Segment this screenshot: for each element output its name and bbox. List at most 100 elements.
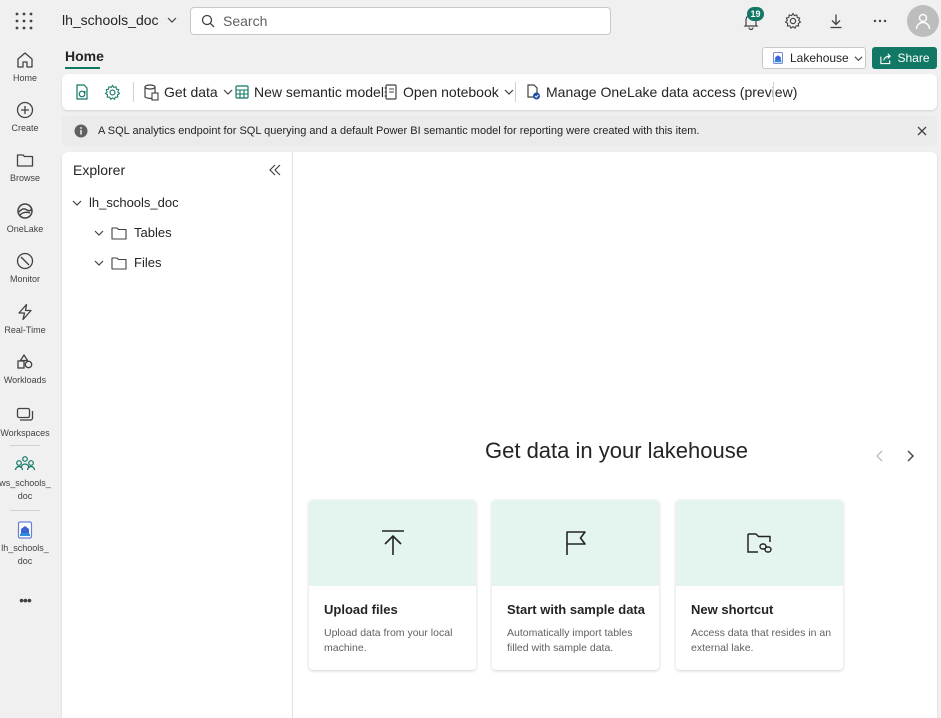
app-name-label: lh_schools_doc [62,12,159,28]
top-bar: lh_schools_doc 19 [0,0,941,42]
manage-onelake-access-button[interactable]: Manage OneLake data access (preview) [525,74,797,110]
get-data-label: Get data [164,84,218,100]
card-title: Upload files [324,602,398,617]
download-button[interactable] [825,10,847,32]
share-button[interactable]: Share [872,47,937,69]
explorer-title: Explorer [73,162,126,178]
nav-monitor-label: Monitor [9,274,40,284]
share-label: Share [897,51,930,65]
nav-real-time-label: Real-Time [4,325,46,335]
tab-home[interactable]: Home [65,48,104,64]
nav-item-lh-schools-doc[interactable]: lh_schools_ doc [0,520,50,568]
card-illustration [492,500,659,586]
chevron-down-icon [94,230,104,236]
new-shortcut-card[interactable]: New shortcut Access data that resides in… [676,500,843,670]
nav-workspace-ws-schools-doc[interactable]: ws_schools_ doc [0,455,51,503]
carousel-prev-icon[interactable] [872,448,888,464]
chevron-down-icon [504,89,514,95]
refresh-button[interactable] [74,74,90,110]
settings-button[interactable] [104,74,121,110]
workloads-icon [17,354,33,369]
card-illustration [309,500,476,586]
notebook-icon [384,84,397,100]
nav-more-button[interactable]: ••• [0,592,50,608]
settings-button[interactable] [782,10,804,32]
manage-onelake-label: Manage OneLake data access (preview) [546,84,798,100]
nav-create-label: Create [11,123,39,133]
toolbar-divider [133,82,134,102]
nav-workloads[interactable]: Workloads [0,352,50,387]
card-description: Upload data from your local machine. [324,627,453,654]
tree-item-files[interactable]: Files [94,255,161,270]
toolbar-divider [515,82,516,102]
tree-files-label: Files [134,255,162,270]
user-icon [915,13,931,30]
get-data-heading: Get data in your lakehouse [485,438,748,463]
nav-real-time[interactable]: Real-Time [0,302,50,337]
gear-icon [784,12,802,30]
open-notebook-button[interactable]: Open notebook [384,74,514,110]
nav-browse[interactable]: Browse [0,150,50,185]
ribbon-toolbar: Get data New semantic model Open noteboo… [62,74,937,110]
avatar[interactable] [907,5,939,37]
nav-create[interactable]: Create [0,100,50,135]
lakehouse-icon [772,51,784,65]
main-panel: Explorer lh_schools_doc Tables Files Get… [62,152,937,718]
monitor-icon [16,252,34,270]
tree-item-lakehouse-root[interactable]: lh_schools_doc [72,195,179,210]
info-message-text: A SQL analytics endpoint for SQL queryin… [98,125,700,137]
left-navigation: Home Create Browse OneLake Monitor Real-… [0,42,51,718]
nav-onelake-label: OneLake [6,224,44,234]
folder-icon [16,154,34,167]
tree-tables-label: Tables [134,225,172,240]
new-semantic-model-label: New semantic model [254,84,384,100]
flag-icon [565,531,586,555]
refresh-data-icon [76,84,88,100]
search-box[interactable] [190,7,611,35]
notification-count-badge: 19 [747,7,764,21]
open-notebook-label: Open notebook [403,84,499,100]
workspaces-icon [16,407,34,421]
folder-link-icon [746,533,772,553]
more-options-button[interactable] [869,10,891,32]
nav-onelake[interactable]: OneLake [0,201,50,236]
app-launcher-icon[interactable] [14,11,34,31]
nav-workspaces[interactable]: Workspaces [0,405,50,440]
data-access-icon [527,84,540,100]
gear-icon [104,83,121,100]
nav-divider [10,445,40,446]
card-title: Start with sample data [507,602,645,617]
download-icon [830,14,842,29]
semantic-model-icon [235,85,249,99]
tree-root-label: lh_schools_doc [89,195,179,210]
tree-item-tables[interactable]: Tables [94,225,172,240]
lakehouse-dropdown-button[interactable]: Lakehouse [762,47,866,69]
chevron-down-icon [223,89,233,95]
nav-browse-label: Browse [9,173,40,183]
chevron-down-icon [72,200,82,206]
search-icon [201,14,215,28]
upload-files-card[interactable]: Upload files Upload data from your local… [309,500,476,670]
home-icon [17,52,33,68]
folder-icon [111,226,127,240]
sample-data-card[interactable]: Start with sample data Automatically imp… [492,500,659,670]
card-description: Access data that resides in an external … [691,627,832,654]
chevron-down-icon [167,17,176,23]
lightning-icon [18,303,32,321]
plus-circle-icon [16,101,34,119]
card-illustration [676,500,843,586]
new-semantic-model-button[interactable]: New semantic model [235,74,384,110]
collapse-pane-icon[interactable] [267,162,283,178]
lakehouse-label: Lakehouse [790,51,849,65]
close-icon[interactable] [917,126,927,136]
get-data-button[interactable]: Get data [143,74,233,110]
more-ellipsis-icon: ••• [19,592,32,608]
chevron-down-icon [854,55,863,61]
nav-monitor[interactable]: Monitor [0,251,50,286]
toolbar-divider [773,82,774,102]
nav-divider [10,510,40,511]
search-input[interactable] [223,13,603,29]
app-name-dropdown[interactable]: lh_schools_doc [62,12,177,28]
nav-home[interactable]: Home [0,50,50,85]
carousel-next-icon[interactable] [902,448,918,464]
